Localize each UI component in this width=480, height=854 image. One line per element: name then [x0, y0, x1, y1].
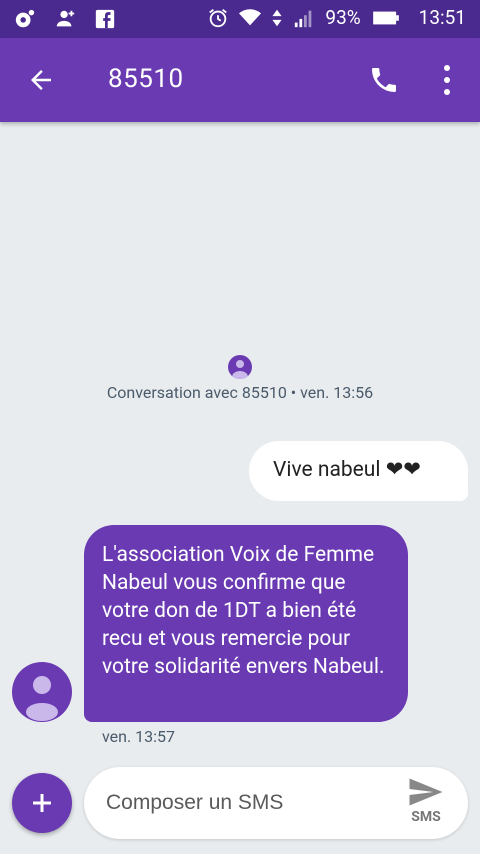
add-attachment-button[interactable]: [12, 773, 72, 833]
send-button[interactable]: SMS: [402, 777, 450, 831]
contact-title: 85510: [108, 64, 184, 94]
person-icon: [232, 360, 248, 379]
battery-icon: [372, 11, 399, 24]
conversation-info: Conversation avec 85510 • ven. 13:56: [106, 383, 374, 402]
outgoing-message[interactable]: Vive nabeul ❤❤: [249, 441, 468, 501]
battery-percent: 93%: [325, 6, 361, 29]
facebook-icon: [95, 9, 115, 29]
alarm-icon: [209, 8, 228, 27]
status-bar: 93% 13:51: [0, 0, 480, 38]
compose-bar: SMS: [84, 767, 468, 839]
compose-input[interactable]: [106, 787, 386, 819]
plus-icon: [33, 794, 51, 812]
person-icon: [26, 676, 58, 721]
wifi-icon: [239, 8, 262, 25]
clock: 13:51: [418, 6, 466, 29]
contact-avatar[interactable]: [12, 662, 72, 722]
back-arrow-icon[interactable]: [26, 65, 56, 95]
signal-icon: [295, 10, 312, 27]
incoming-message[interactable]: L'association Voix de Femme Nabeul vous …: [84, 525, 408, 722]
send-label: SMS: [411, 809, 441, 825]
send-icon: [409, 778, 443, 806]
more-vert-icon[interactable]: [440, 64, 454, 96]
message-timestamp: ven. 13:57: [102, 727, 175, 746]
app-bar: 85510: [0, 38, 480, 122]
data-arrows-icon: [272, 9, 282, 26]
contact-avatar-small: [228, 355, 252, 379]
phone-icon[interactable]: [368, 64, 400, 96]
person-add-icon: [56, 10, 75, 27]
notification-icon: [15, 9, 35, 28]
